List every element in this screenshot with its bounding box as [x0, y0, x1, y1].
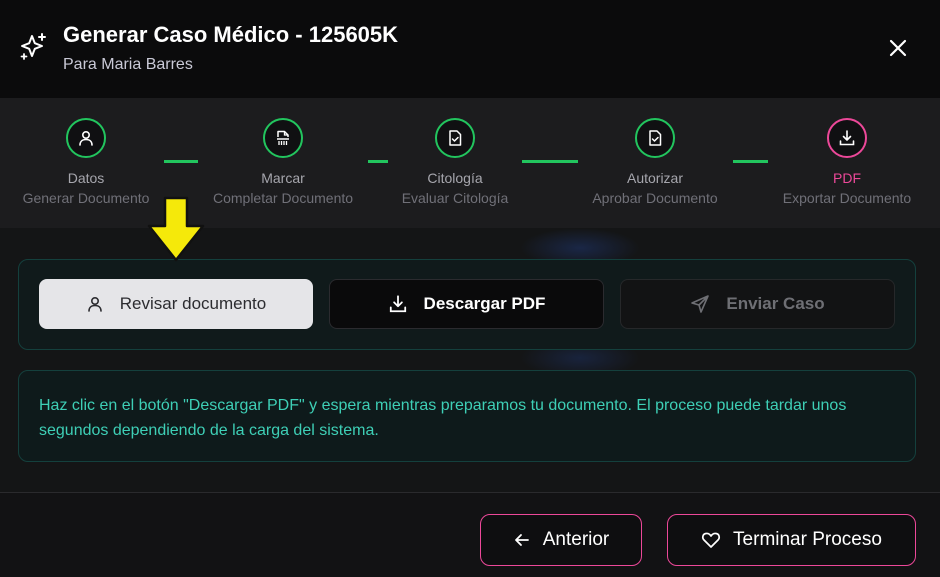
- modal-subtitle: Para Maria Barres: [63, 56, 193, 73]
- step-sublabel: Evaluar Citología: [401, 190, 509, 206]
- user-icon: [79, 130, 93, 146]
- file-check-icon: [649, 130, 662, 146]
- finish-process-button[interactable]: Terminar Proceso: [667, 514, 916, 566]
- step-label: Autorizar: [626, 170, 684, 186]
- user-icon: [87, 296, 102, 312]
- download-pdf-button[interactable]: Descargar PDF: [329, 279, 604, 329]
- step-citologia[interactable]: Citología Evaluar Citología: [355, 118, 555, 206]
- step-label: Marcar: [261, 170, 305, 186]
- step-pdf[interactable]: PDF Exportar Documento: [747, 118, 940, 206]
- step-label: Citología: [427, 170, 483, 186]
- step-sublabel: Aprobar Documento: [592, 190, 718, 206]
- download-pdf-label: Descargar PDF: [423, 294, 546, 313]
- previous-button[interactable]: Anterior: [480, 514, 642, 566]
- finish-process-label: Terminar Proceso: [733, 529, 882, 550]
- heart-icon: [702, 532, 721, 548]
- progress-stepper: Datos Generar Documento Marcar Completar…: [0, 98, 940, 228]
- step-autorizar[interactable]: Autorizar Aprobar Documento: [555, 118, 755, 206]
- document-fingerprint-icon: [277, 130, 289, 145]
- download-icon: [389, 295, 406, 313]
- review-document-label: Revisar documento: [119, 294, 267, 313]
- review-document-button[interactable]: Revisar documento: [39, 279, 313, 329]
- file-check-icon: [449, 130, 462, 146]
- step-datos[interactable]: Datos Generar Documento: [0, 118, 186, 206]
- pointer-arrow-icon: [147, 196, 205, 262]
- step-sublabel: Completar Documento: [212, 190, 354, 206]
- sparkles-icon: [20, 33, 46, 60]
- arrow-left-icon: [514, 534, 529, 546]
- modal-title: Generar Caso Médico - 125605K: [63, 22, 399, 47]
- step-sublabel: Exportar Documento: [782, 190, 912, 206]
- action-panel: Revisar documento Descargar PDF Enviar C…: [18, 259, 916, 350]
- modal-body: Revisar documento Descargar PDF Enviar C…: [0, 228, 940, 492]
- close-icon[interactable]: [886, 36, 910, 60]
- send-case-button[interactable]: Enviar Caso: [620, 279, 895, 329]
- step-label: Datos: [67, 170, 105, 186]
- step-marcar[interactable]: Marcar Completar Documento: [183, 118, 383, 206]
- download-icon: [839, 130, 855, 146]
- modal-header: Generar Caso Médico - 125605K Para Maria…: [0, 0, 940, 98]
- send-icon: [691, 295, 710, 313]
- step-label: PDF: [833, 170, 861, 186]
- previous-label: Anterior: [542, 529, 610, 550]
- send-case-label: Enviar Caso: [726, 294, 825, 313]
- modal-footer: Anterior Terminar Proceso: [0, 492, 940, 577]
- info-message: Haz clic en el botón "Descargar PDF" y e…: [18, 370, 916, 462]
